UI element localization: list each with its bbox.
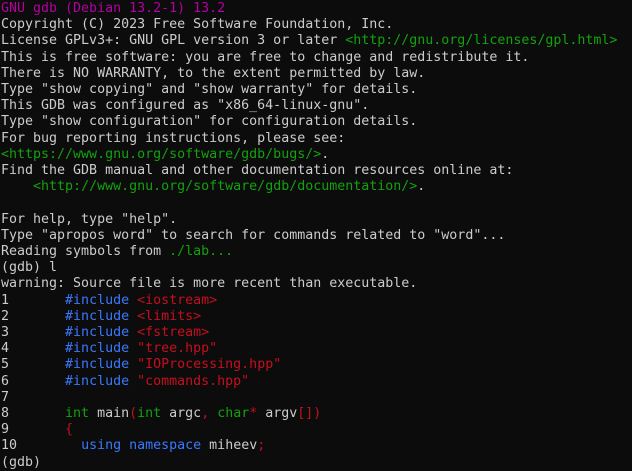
terminal-text: int bbox=[65, 406, 89, 421]
terminal-line: There is NO WARRANTY, to the extent perm… bbox=[1, 66, 632, 82]
terminal-text: argc bbox=[161, 406, 201, 421]
executable-filename: ./lab... bbox=[169, 244, 233, 259]
terminal-line: warning: Source file is more recent than… bbox=[1, 276, 632, 292]
terminal-line: 10 using namespace miheev; bbox=[1, 438, 632, 454]
terminal-line: 2 #include <limits> bbox=[1, 309, 632, 325]
terminal-line: Find the GDB manual and other documentat… bbox=[1, 163, 632, 179]
terminal-text: Type "show copying" and "show warranty" … bbox=[1, 82, 417, 97]
terminal-text: #include bbox=[65, 325, 129, 340]
line-number: 6 bbox=[1, 374, 65, 389]
line-number: 7 bbox=[1, 390, 9, 405]
terminal-line: 3 #include <fstream> bbox=[1, 325, 632, 341]
terminal-text: #include bbox=[65, 309, 129, 324]
line-number: 1 bbox=[1, 293, 65, 308]
terminal[interactable]: GNU gdb (Debian 13.2-1) 13.2Copyright (C… bbox=[0, 0, 632, 471]
terminal-text: . bbox=[321, 147, 329, 162]
terminal-text: There is NO WARRANTY, to the extent perm… bbox=[1, 66, 425, 81]
terminal-text: #include bbox=[65, 374, 129, 389]
terminal-text: For bug reporting instructions, please s… bbox=[1, 131, 345, 146]
terminal-line: (gdb) bbox=[1, 455, 632, 471]
copyright-text: Copyright (C) 2023 Free Software Foundat… bbox=[1, 17, 393, 32]
terminal-line: (gdb) l bbox=[1, 260, 632, 276]
terminal-text: Find the GDB manual and other documentat… bbox=[1, 163, 513, 178]
terminal-line: License GPLv3+: GNU GPL version 3 or lat… bbox=[1, 33, 632, 49]
terminal-line: This GDB was configured as "x86_64-linux… bbox=[1, 98, 632, 114]
line-number: 3 bbox=[1, 325, 65, 340]
terminal-text: For help, type "help". bbox=[1, 212, 177, 227]
line-number: 8 bbox=[1, 406, 65, 421]
terminal-text bbox=[1, 179, 33, 194]
terminal-text: []) bbox=[297, 406, 321, 421]
terminal-text: #include bbox=[65, 341, 129, 356]
terminal-line: 6 #include "commands.hpp" bbox=[1, 374, 632, 390]
terminal-text: Reading symbols from bbox=[1, 244, 169, 259]
terminal-line: 1 #include <iostream> bbox=[1, 293, 632, 309]
terminal-line: <https://www.gnu.org/software/gdb/bugs/>… bbox=[1, 147, 632, 163]
terminal-text: miheev bbox=[201, 438, 257, 453]
terminal-line: Type "show copying" and "show warranty" … bbox=[1, 82, 632, 98]
gpl-license-link[interactable]: <http://gnu.org/licenses/gpl.html> bbox=[345, 33, 617, 48]
terminal-text: <fstream> bbox=[137, 325, 209, 340]
terminal-text bbox=[129, 293, 137, 308]
terminal-line: 5 #include "IOProcessing.hpp" bbox=[1, 357, 632, 373]
terminal-text: This is free software: you are free to c… bbox=[1, 50, 529, 65]
terminal-text: "commands.hpp" bbox=[137, 374, 249, 389]
terminal-text: Type "apropos word" to search for comman… bbox=[1, 228, 505, 243]
terminal-text: namespace bbox=[129, 438, 201, 453]
line-number: 10 bbox=[1, 438, 81, 453]
terminal-text: argv bbox=[257, 406, 297, 421]
terminal-line: Type "show configuration" for configurat… bbox=[1, 114, 632, 130]
terminal-text: char bbox=[217, 406, 249, 421]
gdb-prompt: (gdb) bbox=[1, 455, 49, 470]
terminal-line: 9 { bbox=[1, 422, 632, 438]
terminal-line: Type "apropos word" to search for comman… bbox=[1, 228, 632, 244]
terminal-text bbox=[129, 341, 137, 356]
line-number: 5 bbox=[1, 357, 65, 372]
gdb-version-text: GNU gdb (Debian 13.2-1) 13.2 bbox=[1, 1, 225, 16]
terminal-text: "tree.hpp" bbox=[137, 341, 217, 356]
gdb-prompt-command: (gdb) l bbox=[1, 260, 57, 275]
terminal-line: 7 bbox=[1, 390, 632, 406]
terminal-line: 8 int main(int argc, char* argv[]) bbox=[1, 406, 632, 422]
terminal-line: For bug reporting instructions, please s… bbox=[1, 131, 632, 147]
terminal-line: For help, type "help". bbox=[1, 212, 632, 228]
terminal-text: , bbox=[201, 406, 209, 421]
terminal-text: int bbox=[137, 406, 161, 421]
terminal-line: Copyright (C) 2023 Free Software Foundat… bbox=[1, 17, 632, 33]
line-number: 4 bbox=[1, 341, 65, 356]
terminal-text: Type "show configuration" for configurat… bbox=[1, 114, 417, 129]
terminal-text: This GDB was configured as "x86_64-linux… bbox=[1, 98, 369, 113]
terminal-text bbox=[121, 438, 129, 453]
terminal-text: { bbox=[65, 422, 73, 437]
line-number: 2 bbox=[1, 309, 65, 324]
terminal-text: using bbox=[81, 438, 121, 453]
terminal-text bbox=[129, 357, 137, 372]
terminal-text: main bbox=[89, 406, 129, 421]
documentation-link[interactable]: <http://www.gnu.org/software/gdb/documen… bbox=[33, 179, 417, 194]
line-number: 9 bbox=[1, 422, 65, 437]
terminal-line: <http://www.gnu.org/software/gdb/documen… bbox=[1, 179, 632, 195]
terminal-text: ; bbox=[257, 438, 265, 453]
terminal-text: ( bbox=[129, 406, 137, 421]
terminal-text bbox=[129, 309, 137, 324]
terminal-text: <limits> bbox=[137, 309, 201, 324]
warning-text: warning: Source file is more recent than… bbox=[1, 276, 417, 291]
terminal-text bbox=[129, 325, 137, 340]
terminal-text: #include bbox=[65, 357, 129, 372]
terminal-text: #include bbox=[65, 293, 129, 308]
terminal-text: License GPLv3+: GNU GPL version 3 or lat… bbox=[1, 33, 345, 48]
terminal-line: 4 #include "tree.hpp" bbox=[1, 341, 632, 357]
terminal-text: <iostream> bbox=[137, 293, 217, 308]
terminal-line: GNU gdb (Debian 13.2-1) 13.2 bbox=[1, 1, 632, 17]
terminal-line: Reading symbols from ./lab... bbox=[1, 244, 632, 260]
terminal-line: This is free software: you are free to c… bbox=[1, 50, 632, 66]
terminal-text: . bbox=[417, 179, 425, 194]
terminal-text bbox=[129, 374, 137, 389]
terminal-line bbox=[1, 195, 632, 211]
bug-report-link[interactable]: <https://www.gnu.org/software/gdb/bugs/> bbox=[1, 147, 321, 162]
terminal-text: "IOProcessing.hpp" bbox=[137, 357, 281, 372]
